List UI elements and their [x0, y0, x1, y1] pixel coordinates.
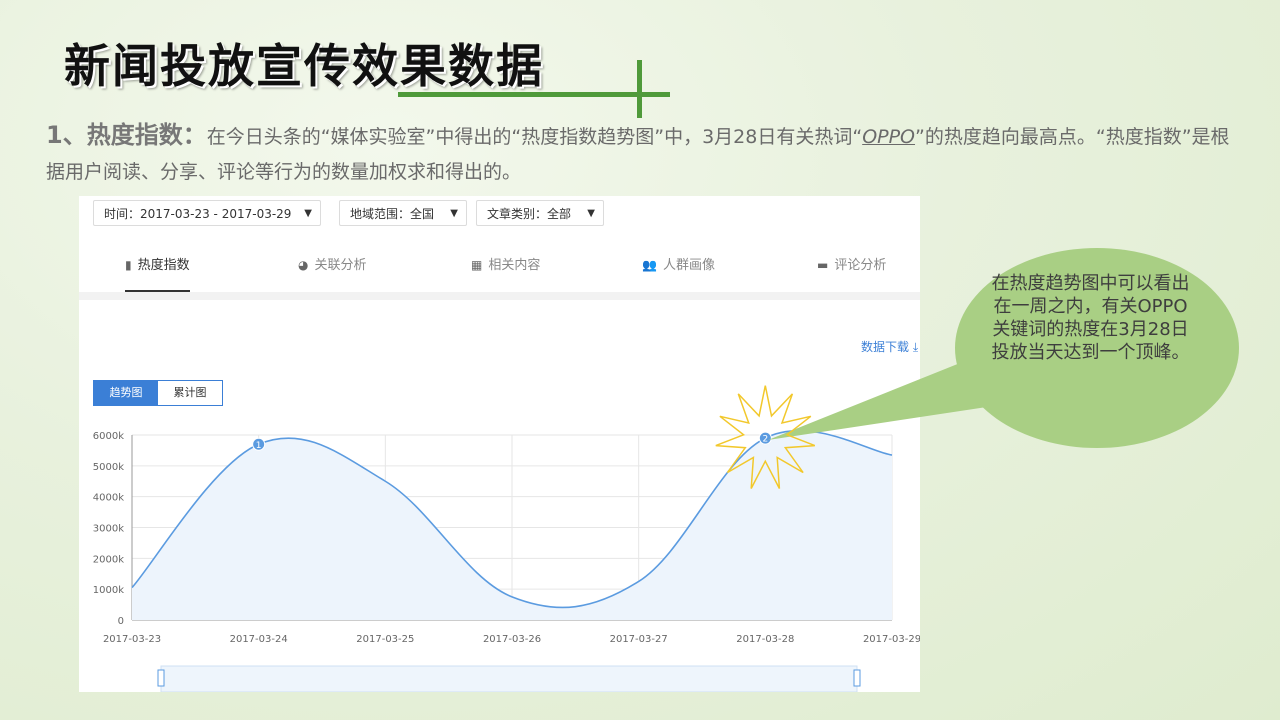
peak-highlight-star — [715, 385, 816, 489]
